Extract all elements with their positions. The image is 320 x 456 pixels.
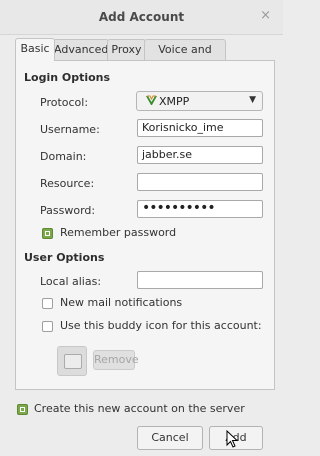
remember-password-label[interactable]: Remember password	[60, 226, 176, 239]
buddy-icon-label[interactable]: Use this buddy icon for this account:	[60, 319, 262, 332]
xmpp-icon	[145, 94, 158, 110]
user-options-heading: User Options	[24, 251, 105, 264]
username-label: Username:	[40, 123, 100, 136]
remove-button: Remove	[93, 350, 139, 370]
tab-proxy[interactable]: Proxy	[107, 39, 146, 60]
password-label: Password:	[40, 204, 96, 217]
buddy-icon-checkbox[interactable]	[42, 321, 53, 332]
resource-label: Resource:	[40, 177, 95, 190]
local-alias-label: Local alias:	[40, 275, 102, 288]
tab-advanced[interactable]: Advanced	[53, 39, 109, 60]
domain-field[interactable]: jabber.se	[137, 146, 263, 164]
resource-field[interactable]	[137, 173, 263, 191]
create-on-server-checkbox[interactable]	[17, 404, 28, 415]
close-icon[interactable]: ×	[260, 8, 271, 23]
new-mail-checkbox[interactable]	[42, 298, 53, 309]
password-field[interactable]: ••••••••••	[137, 200, 263, 218]
chevron-down-icon: ▼	[249, 95, 256, 105]
login-options-heading: Login Options	[24, 71, 111, 84]
create-on-server-label[interactable]: Create this new account on the server	[34, 402, 245, 415]
username-field[interactable]: Korisnicko_ime	[137, 119, 263, 137]
new-mail-label[interactable]: New mail notifications	[60, 296, 182, 309]
protocol-value: XMPP	[159, 95, 190, 108]
domain-label: Domain:	[40, 150, 87, 163]
picture-icon	[64, 354, 82, 369]
title-bar: Add Account ×	[0, 0, 283, 35]
protocol-select[interactable]: XMPP ▼	[136, 91, 263, 111]
protocol-label: Protocol:	[40, 96, 89, 109]
cancel-button[interactable]: Cancel	[137, 426, 203, 450]
tab-voice-and-video[interactable]: Voice and Video	[144, 39, 226, 76]
remember-password-checkbox[interactable]	[42, 228, 53, 239]
buddy-icon-picker	[57, 346, 87, 376]
local-alias-field[interactable]	[137, 271, 263, 289]
window-title: Add Account	[98, 10, 185, 24]
tab-basic[interactable]: Basic	[15, 38, 55, 61]
mouse-pointer-icon	[226, 429, 239, 451]
